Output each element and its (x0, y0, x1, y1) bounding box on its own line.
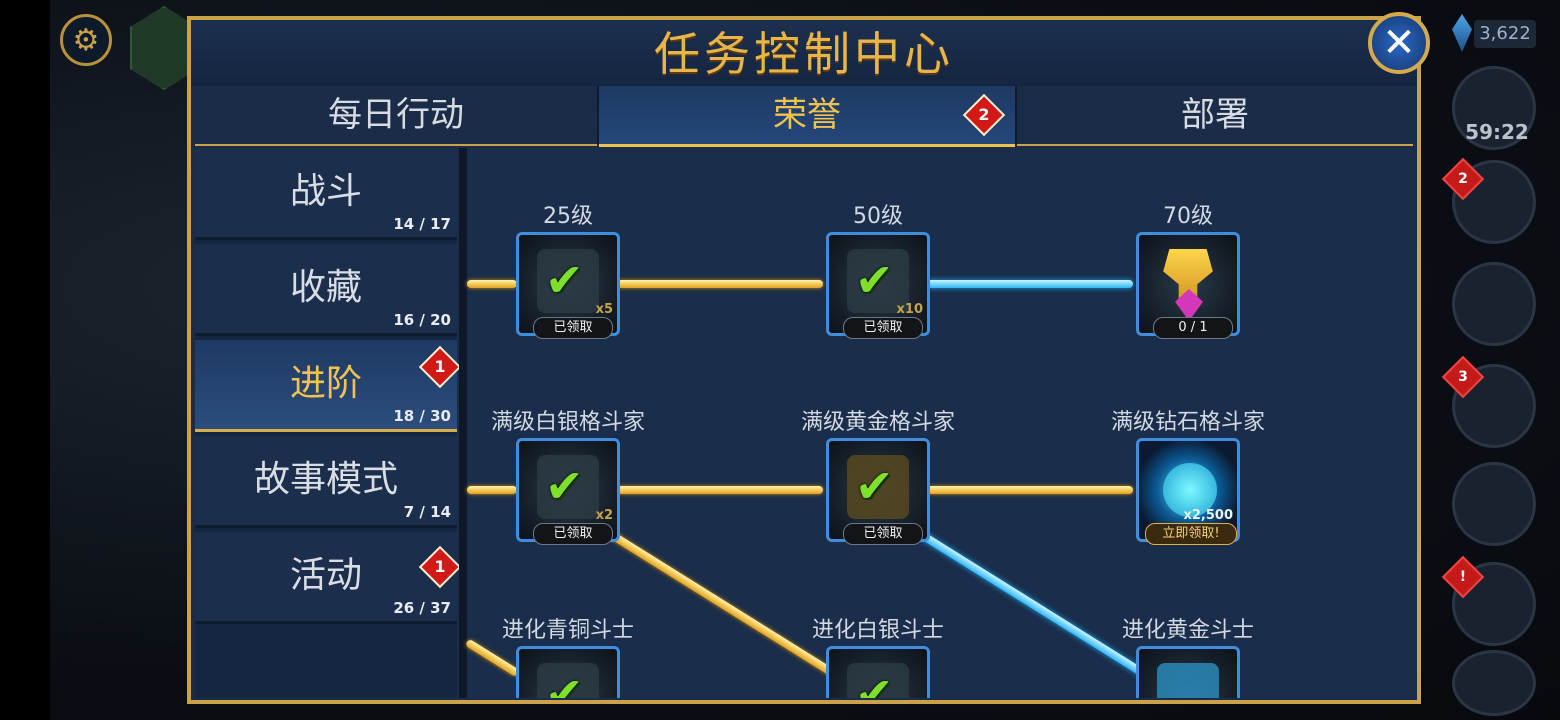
checkmark-icon: ✔ (545, 459, 584, 513)
category-item-advancement[interactable]: 进阶 18 / 30 (195, 340, 457, 432)
category-count: 26 / 37 (393, 599, 451, 617)
event-timer: 59:22 (1465, 120, 1529, 144)
node-label: 满级黄金格斗家 (800, 410, 955, 435)
node-label: 满级钻石格斗家 (1110, 410, 1265, 435)
close-icon[interactable]: ✕ (1368, 12, 1430, 74)
connector-line (604, 528, 837, 678)
node-label: 进化黄金斗士 (1121, 618, 1254, 643)
category-label: 战斗 (289, 171, 362, 212)
connector-line (467, 280, 517, 288)
node-label: 进化青铜斗士 (501, 618, 634, 643)
reward-node-evolve-bronze[interactable]: ✔ (516, 646, 620, 698)
checkmark-icon: ✔ (855, 459, 894, 513)
status-pill: 已领取 (533, 317, 613, 339)
currency-value: 3,622 (1474, 20, 1536, 48)
claim-now-button[interactable]: 立即领取! (1145, 523, 1237, 545)
category-item-events[interactable]: 活动 26 / 37 (195, 532, 457, 624)
reward-node-evolve-gold[interactable] (1136, 646, 1240, 698)
checkmark-icon: ✔ (855, 253, 894, 307)
connector-line (467, 486, 517, 494)
category-item-story-mode[interactable]: 故事模式 7 / 14 (195, 436, 457, 528)
category-sidebar: 战斗 14 / 17 收藏 16 / 20 进阶 18 / 30 故事模式 7 … (195, 148, 457, 698)
node-label: 满级白银格斗家 (490, 410, 645, 435)
currency-counter[interactable]: 3,622 (1452, 14, 1538, 54)
pouch-icon[interactable] (1452, 462, 1536, 546)
progress-pill: 0 / 1 (1153, 317, 1233, 339)
connector-line (927, 486, 1133, 494)
connector-line (617, 280, 823, 288)
node-label: 70级 (1163, 204, 1213, 229)
checkmark-icon: ✔ (545, 253, 584, 307)
node-label: 25级 (543, 204, 593, 229)
category-label: 收藏 (289, 267, 362, 308)
gem-icon (1452, 14, 1472, 52)
category-label: 活动 (289, 555, 362, 596)
reward-node-silver-fighter[interactable]: ✔ x2 已领取 (516, 438, 620, 545)
checkmark-icon: ✔ (545, 667, 584, 698)
reward-node-gold-fighter[interactable]: ✔ 已领取 (826, 438, 930, 545)
reward-multiplier: x2,500 (1183, 508, 1233, 523)
tab-bar: 每日行动 荣誉 部署 2 (195, 86, 1413, 147)
reward-node-level50[interactable]: ✔ x10 已领取 (826, 232, 930, 339)
category-label: 故事模式 (253, 459, 398, 500)
left-bezel (0, 0, 50, 720)
category-label: 进阶 (289, 363, 362, 404)
status-pill: 已领取 (843, 317, 923, 339)
connector-line (914, 528, 1147, 678)
mission-control-panel: 任务控制中心 每日行动 荣誉 部署 2 战斗 14 / 17 收藏 16 / 2… (187, 16, 1421, 704)
node-label: 50级 (853, 204, 903, 229)
calendar-icon[interactable] (1452, 650, 1536, 716)
reward-node-level25[interactable]: ✔ x5 已领取 (516, 232, 620, 339)
achievement-tree: 25级 ✔ x5 已领取 50级 ✔ x10 已领取 70级 0 / 1 满级白… (464, 148, 1413, 698)
connector-line (464, 638, 521, 678)
reward-node-evolve-silver[interactable]: ✔ (826, 646, 930, 698)
status-pill: 已领取 (843, 523, 923, 545)
reward-multiplier: x2 (595, 508, 613, 523)
tab-notification-badge: 2 (962, 93, 1006, 137)
category-count: 14 / 17 (393, 215, 451, 233)
category-count: 7 / 14 (403, 503, 451, 521)
tab-honor[interactable]: 荣誉 (599, 86, 1015, 147)
category-item-collection[interactable]: 收藏 16 / 20 (195, 244, 457, 336)
xp-icon (1157, 663, 1219, 698)
panel-title: 任务控制中心 (191, 20, 1417, 86)
category-notification-badge: 1 (418, 545, 462, 589)
settings-gear-icon[interactable]: ⚙ (60, 14, 112, 66)
connector-line (617, 486, 823, 494)
connector-line (927, 280, 1133, 288)
reward-node-diamond-fighter[interactable]: x2,500 立即领取! (1136, 438, 1240, 545)
checkmark-icon: ✔ (855, 667, 894, 698)
character-icon-2[interactable] (1452, 262, 1536, 346)
content-area: 战斗 14 / 17 收藏 16 / 20 进阶 18 / 30 故事模式 7 … (195, 148, 1413, 698)
category-item-combat[interactable]: 战斗 14 / 17 (195, 148, 457, 240)
tab-daily-actions[interactable]: 每日行动 (195, 86, 597, 146)
category-notification-badge: 1 (418, 345, 462, 389)
category-count: 16 / 20 (393, 311, 451, 329)
status-pill: 已领取 (533, 523, 613, 545)
reward-multiplier: x10 (896, 302, 923, 317)
reward-node-level70[interactable]: 0 / 1 (1136, 232, 1240, 339)
node-label: 进化白银斗士 (811, 618, 944, 643)
reward-multiplier: x5 (595, 302, 613, 317)
tab-deploy[interactable]: 部署 (1017, 86, 1413, 146)
category-count: 18 / 30 (393, 407, 451, 425)
